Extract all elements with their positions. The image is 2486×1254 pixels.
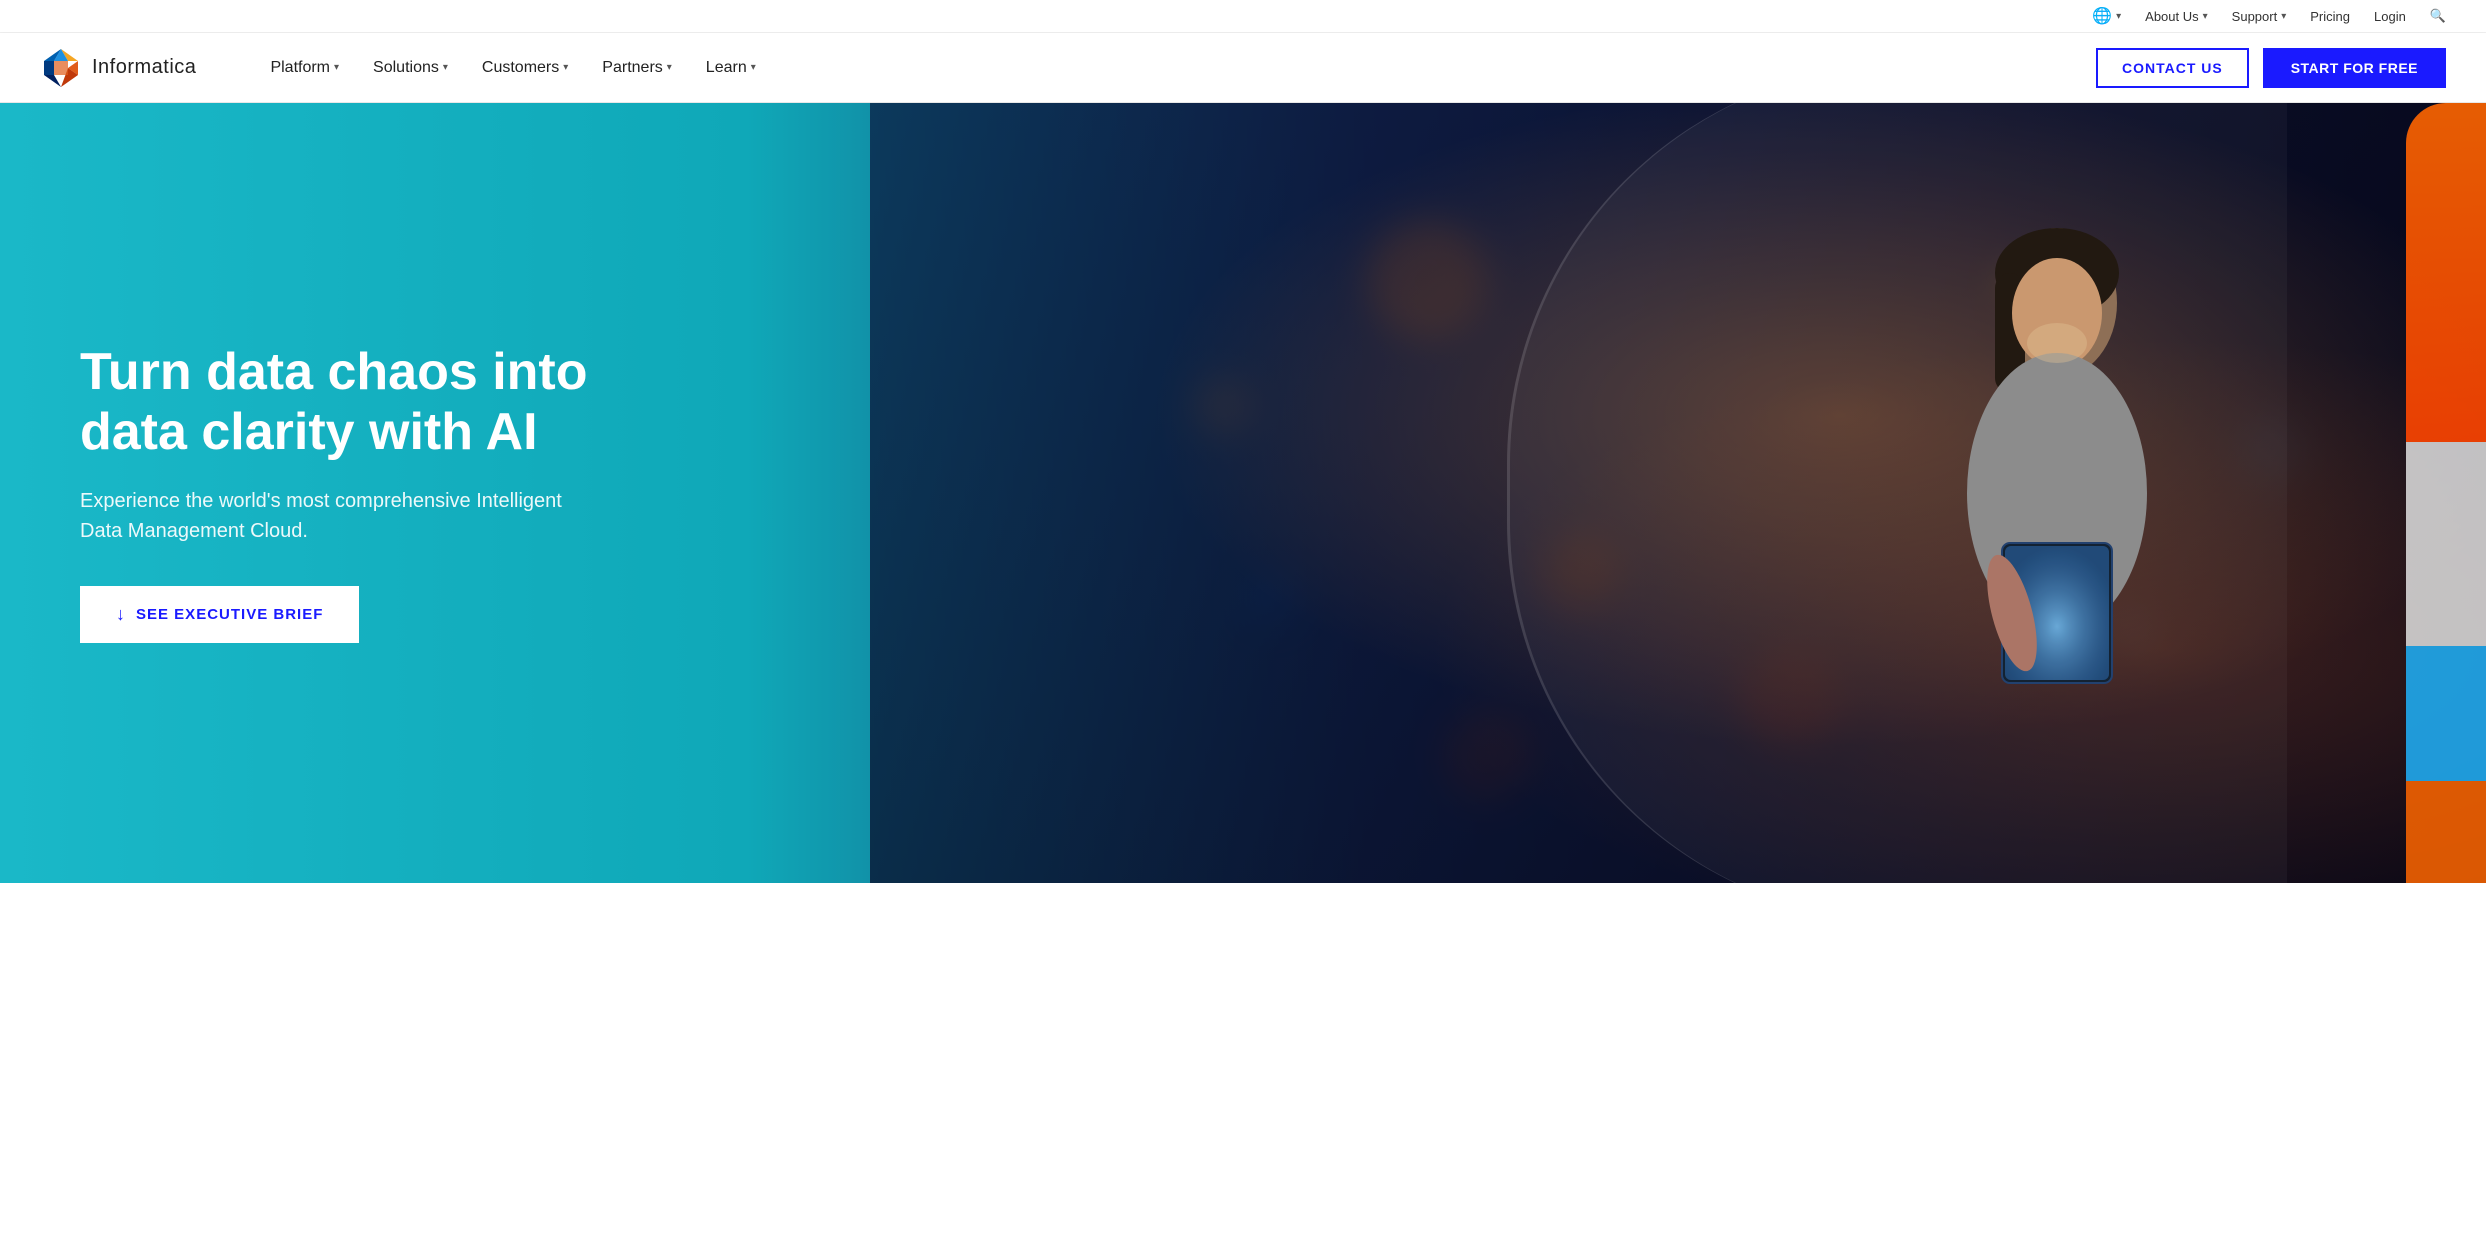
partners-chevron: ▾ — [667, 62, 672, 73]
person-svg — [1857, 193, 2237, 793]
nav-links: Platform ▾ Solutions ▾ Customers ▾ Partn… — [256, 51, 2096, 85]
logo-icon — [40, 47, 82, 89]
executive-brief-label: SEE EXECUTIVE BRIEF — [136, 606, 323, 623]
support-label: Support — [2232, 9, 2278, 24]
nav-partners[interactable]: Partners ▾ — [588, 51, 686, 85]
language-selector[interactable]: 🌐 ▾ — [2092, 6, 2121, 26]
login-label: Login — [2374, 9, 2406, 24]
hero-content: Turn data chaos into data clarity with A… — [0, 343, 680, 644]
pricing-label: Pricing — [2310, 9, 2350, 24]
start-for-free-button[interactable]: START FOR FREE — [2263, 48, 2446, 88]
hero-title: Turn data chaos into data clarity with A… — [80, 343, 680, 463]
solutions-chevron: ▾ — [443, 62, 448, 73]
hero-photo-overlay — [870, 103, 2486, 883]
nav-customers[interactable]: Customers ▾ — [468, 51, 582, 85]
about-us-chevron: ▾ — [2203, 11, 2208, 22]
see-executive-brief-button[interactable]: ↓ SEE EXECUTIVE BRIEF — [80, 586, 359, 643]
pricing-link[interactable]: Pricing — [2310, 9, 2350, 24]
contact-us-label: CONTACT US — [2122, 60, 2223, 76]
language-chevron: ▾ — [2116, 11, 2121, 22]
color-stripes — [2406, 103, 2486, 883]
support-link[interactable]: Support ▾ — [2232, 9, 2287, 24]
customers-chevron: ▾ — [563, 62, 568, 73]
learn-label: Learn — [706, 59, 747, 77]
hero-subtitle: Experience the world's most comprehensiv… — [80, 486, 600, 546]
support-chevron: ▾ — [2281, 11, 2286, 22]
main-navbar: Informatica Platform ▾ Solutions ▾ Custo… — [0, 33, 2486, 103]
logo-text: Informatica — [92, 56, 196, 79]
learn-chevron: ▾ — [751, 62, 756, 73]
globe-icon: 🌐 — [2092, 6, 2112, 26]
logo-link[interactable]: Informatica — [40, 47, 196, 89]
hero-section: Turn data chaos into data clarity with A… — [0, 103, 2486, 883]
about-us-link[interactable]: About Us ▾ — [2145, 9, 2208, 24]
download-arrow-icon: ↓ — [116, 604, 126, 625]
partners-label: Partners — [602, 59, 662, 77]
start-for-free-label: START FOR FREE — [2291, 60, 2418, 76]
nav-platform[interactable]: Platform ▾ — [256, 51, 353, 85]
top-bar: 🌐 ▾ About Us ▾ Support ▾ Pricing Login 🔍 — [0, 0, 2486, 33]
platform-label: Platform — [270, 59, 330, 77]
customers-label: Customers — [482, 59, 559, 77]
nav-cta-area: CONTACT US START FOR FREE — [2096, 48, 2446, 88]
nav-learn[interactable]: Learn ▾ — [692, 51, 770, 85]
search-icon: 🔍 — [2430, 8, 2446, 24]
nav-solutions[interactable]: Solutions ▾ — [359, 51, 462, 85]
solutions-label: Solutions — [373, 59, 439, 77]
about-us-label: About Us — [2145, 9, 2198, 24]
platform-chevron: ▾ — [334, 62, 339, 73]
person-area — [1857, 193, 2237, 793]
login-link[interactable]: Login — [2374, 9, 2406, 24]
search-button[interactable]: 🔍 — [2430, 8, 2446, 24]
contact-us-button[interactable]: CONTACT US — [2096, 48, 2249, 88]
